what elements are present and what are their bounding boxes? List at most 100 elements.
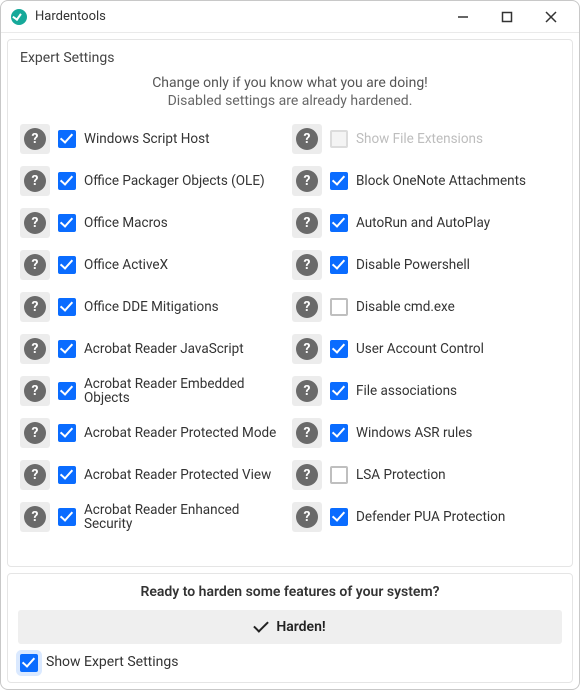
help-button[interactable]: ? (20, 208, 50, 238)
setting-row: ? AutoRun and AutoPlay (292, 208, 560, 238)
setting-row: ? Defender PUA Protection (292, 502, 560, 532)
setting-row: ? Office DDE Mitigations (20, 292, 288, 322)
setting-label: Defender PUA Protection (356, 510, 505, 525)
setting-label: Disable cmd.exe (356, 300, 455, 315)
setting-label: Disable Powershell (356, 258, 470, 273)
help-icon: ? (296, 506, 318, 528)
setting-label: Acrobat Reader Protected Mode (84, 426, 276, 441)
setting-label: File associations (356, 384, 457, 399)
app-window: Hardentools Expert Settings Change only … (0, 0, 580, 690)
expert-settings-panel: Expert Settings Change only if you know … (7, 39, 573, 567)
setting-row: ? Show File Extensions (292, 124, 560, 154)
help-button[interactable]: ? (20, 334, 50, 364)
setting-checkbox[interactable] (58, 340, 76, 358)
setting-label: Show File Extensions (356, 132, 483, 147)
help-button[interactable]: ? (20, 460, 50, 490)
minimize-button[interactable] (441, 3, 485, 31)
setting-checkbox[interactable] (330, 508, 348, 526)
setting-checkbox[interactable] (330, 424, 348, 442)
setting-row: ? Acrobat Reader Enhanced Security (20, 502, 288, 532)
setting-checkbox[interactable] (58, 508, 76, 526)
help-button[interactable]: ? (292, 460, 322, 490)
help-button[interactable]: ? (292, 334, 322, 364)
setting-label: User Account Control (356, 342, 484, 357)
setting-checkbox[interactable] (58, 214, 76, 232)
setting-label: Acrobat Reader Protected View (84, 468, 271, 483)
help-button[interactable]: ? (20, 292, 50, 322)
help-icon: ? (24, 128, 46, 150)
help-icon: ? (24, 296, 46, 318)
help-icon: ? (24, 254, 46, 276)
setting-checkbox[interactable] (58, 298, 76, 316)
setting-row: ? Block OneNote Attachments (292, 166, 560, 196)
help-icon: ? (24, 338, 46, 360)
footer-panel: Ready to harden some features of your sy… (7, 573, 573, 683)
help-icon: ? (296, 170, 318, 192)
setting-label: Office DDE Mitigations (84, 300, 219, 315)
intro-line1: Change only if you know what you are doi… (20, 74, 560, 92)
setting-row: ?Office Packager Objects (OLE) (20, 166, 288, 196)
setting-label: Acrobat Reader JavaScript (84, 342, 244, 357)
setting-row: ? Acrobat Reader Protected View (20, 460, 288, 490)
help-button[interactable]: ? (20, 250, 50, 280)
help-button[interactable]: ? (20, 376, 50, 406)
help-button[interactable]: ? (292, 208, 322, 238)
app-icon (11, 9, 27, 25)
setting-label: Office Macros (84, 216, 168, 231)
setting-checkbox[interactable] (330, 382, 348, 400)
setting-label: LSA Protection (356, 468, 446, 483)
setting-checkbox[interactable] (330, 172, 348, 190)
intro-text: Change only if you know what you are doi… (20, 74, 560, 110)
setting-label: Windows ASR rules (356, 426, 472, 441)
help-button[interactable]: ? (292, 418, 322, 448)
setting-label: Block OneNote Attachments (356, 174, 526, 189)
help-icon: ? (24, 212, 46, 234)
help-button[interactable]: ? (20, 166, 50, 196)
setting-checkbox[interactable] (58, 130, 76, 148)
setting-checkbox[interactable] (330, 214, 348, 232)
help-button[interactable]: ? (20, 418, 50, 448)
help-button[interactable]: ? (292, 502, 322, 532)
setting-label: AutoRun and AutoPlay (356, 216, 490, 231)
harden-button[interactable]: Harden! (18, 610, 562, 644)
setting-row: ? Acrobat Reader JavaScript (20, 334, 288, 364)
setting-checkbox[interactable] (58, 424, 76, 442)
help-button[interactable]: ? (292, 292, 322, 322)
help-button[interactable]: ? (292, 166, 322, 196)
close-button[interactable] (529, 3, 573, 31)
setting-row: ?Acrobat Reader Embedded Objects (20, 376, 288, 406)
setting-checkbox[interactable] (330, 298, 348, 316)
help-icon: ? (296, 128, 318, 150)
footer-title: Ready to harden some features of your sy… (18, 584, 562, 600)
help-button[interactable]: ? (292, 124, 322, 154)
setting-label: Office ActiveX (84, 258, 168, 273)
help-icon: ? (24, 422, 46, 444)
help-icon: ? (24, 464, 46, 486)
setting-checkbox[interactable] (330, 466, 348, 484)
help-icon: ? (296, 338, 318, 360)
maximize-button[interactable] (485, 3, 529, 31)
setting-checkbox[interactable] (330, 340, 348, 358)
setting-checkbox[interactable] (58, 466, 76, 484)
setting-label: Acrobat Reader Enhanced Security (84, 503, 288, 533)
harden-button-label: Harden! (276, 619, 325, 635)
setting-checkbox[interactable] (330, 256, 348, 274)
help-icon: ? (24, 506, 46, 528)
help-icon: ? (296, 254, 318, 276)
help-button[interactable]: ? (292, 250, 322, 280)
setting-row: ? LSA Protection (292, 460, 560, 490)
setting-checkbox[interactable] (58, 256, 76, 274)
help-icon: ? (24, 380, 46, 402)
setting-checkbox[interactable] (58, 382, 76, 400)
help-button[interactable]: ? (20, 502, 50, 532)
setting-checkbox[interactable] (58, 172, 76, 190)
help-icon: ? (296, 422, 318, 444)
intro-line2: Disabled settings are already hardened. (20, 92, 560, 110)
app-title: Hardentools (35, 9, 106, 24)
setting-row: ? Disable Powershell (292, 250, 560, 280)
help-button[interactable]: ? (292, 376, 322, 406)
help-button[interactable]: ? (20, 124, 50, 154)
settings-column-right: ? Show File Extensions? Block OneNote Atta… (292, 124, 560, 554)
show-expert-checkbox[interactable] (20, 654, 38, 672)
setting-row: ? Office Macros (20, 208, 288, 238)
